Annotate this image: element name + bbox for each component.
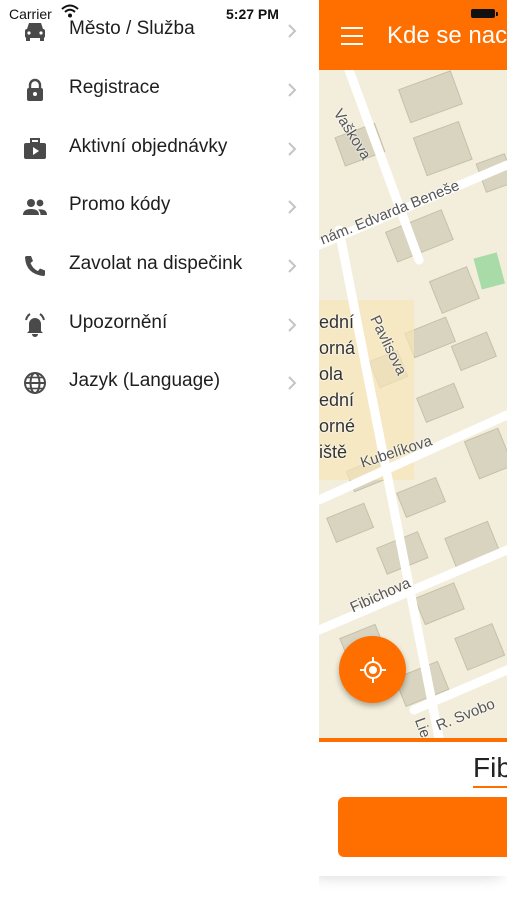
lock-icon <box>21 76 49 104</box>
navigation-drawer: Carrier 5:27 PM Město / Služba Registrac… <box>0 0 319 900</box>
chevron-right-icon <box>288 142 297 156</box>
place-label: orná <box>319 338 356 358</box>
chevron-right-icon <box>288 83 297 97</box>
active-orders-icon <box>21 135 49 163</box>
pickup-address-field[interactable]: Fib <box>473 752 507 784</box>
chevron-right-icon <box>288 259 297 273</box>
chevron-right-icon <box>288 24 297 38</box>
place-label: orné <box>319 416 356 436</box>
place-label: ední <box>319 312 355 332</box>
gps-target-icon <box>360 657 386 683</box>
drawer-item-label: Město / Služba <box>69 18 195 39</box>
place-label: iště <box>319 442 348 462</box>
main-app-screen: Kde se nac Vaškova nám. Edvarda Beneše P… <box>319 0 507 876</box>
drawer-item-label: Zavolat na dispečink <box>69 253 243 274</box>
chevron-right-icon <box>288 318 297 332</box>
car-icon <box>21 17 49 45</box>
drawer-item-promo-codes[interactable]: Promo kódy <box>0 177 319 235</box>
drawer-item-call-dispatch[interactable]: Zavolat na dispečink <box>0 236 319 294</box>
order-button[interactable] <box>338 797 507 857</box>
drawer-item-label: Jazyk (Language) <box>69 370 221 391</box>
drawer-item-active-orders[interactable]: Aktivní objednávky <box>0 119 319 177</box>
place-label: ední <box>319 390 355 410</box>
drawer-item-label: Upozornění <box>69 312 168 333</box>
map-view[interactable]: Vaškova nám. Edvarda Beneše Pavlisova Ku… <box>319 70 507 738</box>
drawer-item-registration[interactable]: Registrace <box>0 60 319 118</box>
app-bar-title: Kde se nac <box>387 22 507 49</box>
people-icon <box>21 193 49 221</box>
alarm-bell-icon <box>21 311 49 339</box>
menu-hamburger-icon[interactable] <box>341 27 363 45</box>
my-location-button[interactable] <box>339 636 406 703</box>
battery-icon <box>471 9 498 18</box>
drawer-item-label: Aktivní objednávky <box>69 136 228 157</box>
drawer-item-city-service[interactable]: Město / Služba <box>0 1 319 59</box>
phone-icon <box>21 252 49 280</box>
app-top-bar: Kde se nac <box>319 0 507 70</box>
address-underline <box>473 786 507 788</box>
globe-icon <box>21 369 49 397</box>
drawer-item-language[interactable]: Jazyk (Language) <box>0 353 319 411</box>
chevron-right-icon <box>288 376 297 390</box>
drawer-item-notifications[interactable]: Upozornění <box>0 295 319 353</box>
drawer-item-label: Promo kódy <box>69 194 171 215</box>
place-label: ola <box>319 364 344 384</box>
chevron-right-icon <box>288 200 297 214</box>
drawer-item-label: Registrace <box>69 77 160 98</box>
map-bottom-divider <box>319 738 507 742</box>
